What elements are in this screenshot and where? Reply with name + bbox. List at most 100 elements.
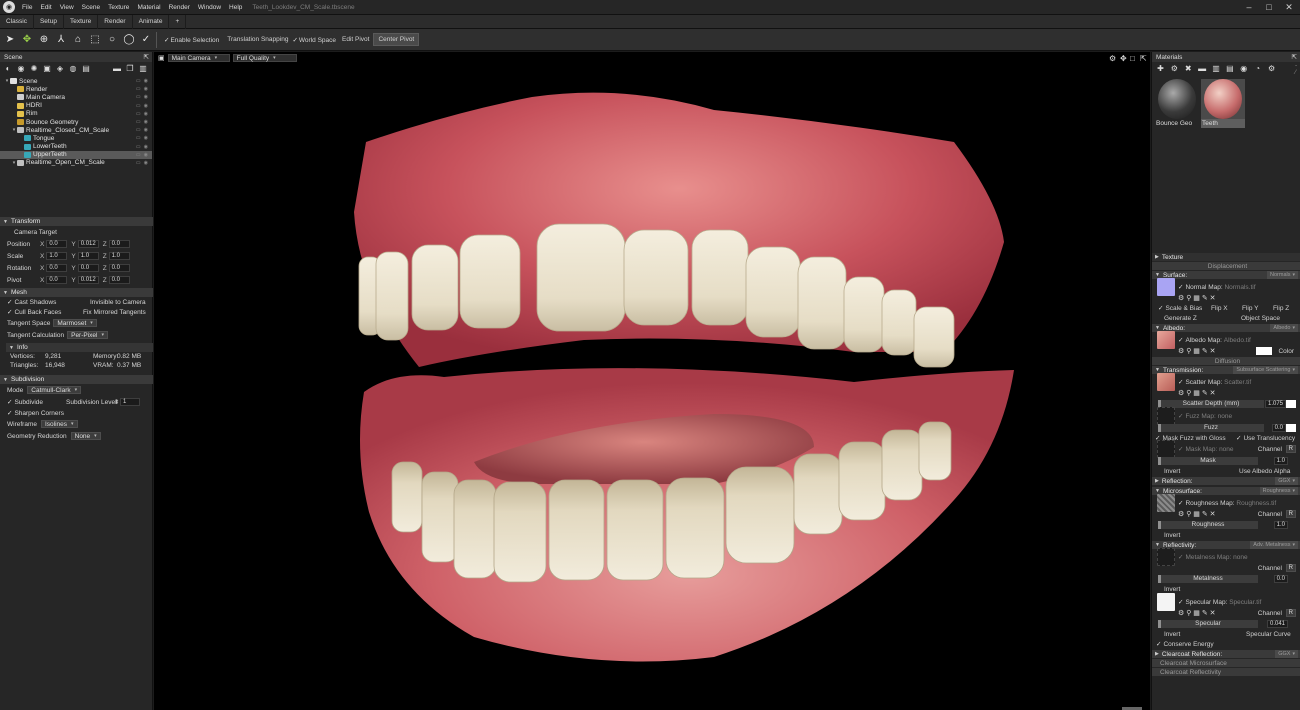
material-teeth[interactable]: Teeth — [1201, 79, 1245, 128]
diffusion-section[interactable]: Diffusion — [1152, 357, 1300, 365]
center-pivot-button[interactable]: Center Pivot — [373, 33, 420, 46]
flip-z-toggle[interactable]: Flip Z — [1273, 305, 1289, 312]
displacement-section[interactable]: Displacement — [1152, 262, 1300, 270]
use-translucency-check[interactable]: ✓ — [1236, 435, 1241, 442]
visibility-eye-icon[interactable]: ◉ — [144, 78, 148, 84]
lock-icon[interactable]: ▭ — [136, 119, 141, 125]
fuzz-color-swatch[interactable] — [1286, 423, 1296, 432]
scene-tree-item[interactable]: Rim ▭ ◉ — [0, 110, 152, 118]
metalness-input[interactable]: 0.0 — [1273, 574, 1288, 583]
roughness-invert-toggle[interactable]: Invert — [1164, 532, 1180, 539]
lock-icon[interactable]: ▭ — [136, 111, 141, 117]
undock-icon[interactable]: ⇱ — [144, 53, 149, 61]
box-select-icon[interactable]: ⬚ — [88, 33, 102, 47]
menu-view[interactable]: View — [56, 4, 78, 11]
visibility-eye-icon[interactable]: ◉ — [144, 127, 148, 133]
subdivide-check[interactable]: ✓ — [7, 398, 12, 406]
material-bounce-geo[interactable]: Bounce Geo — [1155, 79, 1198, 128]
menu-texture[interactable]: Texture — [104, 4, 133, 11]
tab-add[interactable]: + — [169, 14, 187, 29]
tab-render[interactable]: Render — [98, 14, 133, 29]
transform-x-input[interactable]: 0.0 — [46, 276, 68, 284]
visibility-eye-icon[interactable]: ◉ — [144, 135, 148, 141]
materials-view-toggle[interactable]: - ⁄ — [1295, 62, 1300, 76]
scene-tree-item[interactable]: UpperTeeth ▭ ◉ — [0, 150, 152, 159]
reflectivity-mode-select[interactable]: Adv. Metalness — [1250, 541, 1298, 549]
material-icon[interactable]: ▤ — [82, 64, 90, 73]
roughness-input[interactable]: 1.0 — [1273, 520, 1288, 529]
menu-window[interactable]: Window — [194, 4, 225, 11]
move-tool-icon[interactable]: ✥ — [20, 33, 34, 47]
geometry-reduction-select[interactable]: None — [70, 432, 101, 440]
surface-mode-select[interactable]: Normals — [1267, 271, 1298, 279]
visibility-eye-icon[interactable]: ◉ — [144, 152, 148, 158]
shadow-catcher-icon[interactable]: ◍ — [69, 64, 77, 73]
delete-icon[interactable]: ▥ — [139, 64, 147, 73]
visibility-eye-icon[interactable]: ◉ — [144, 144, 148, 150]
scene-tree-item[interactable]: LowerTeeth ▭ ◉ — [0, 143, 152, 151]
transform-y-input[interactable]: 0.012 — [77, 276, 99, 284]
minimize-icon[interactable]: – — [1243, 2, 1255, 13]
add-icon[interactable]: ◐ — [4, 64, 12, 73]
reflection-section-header[interactable]: ▶ Reflection: GGX — [1152, 477, 1300, 485]
lock-icon[interactable]: ▭ — [136, 127, 141, 133]
albedo-color-swatch[interactable] — [1256, 347, 1272, 355]
specular-curve-toggle[interactable]: Specular Curve — [1246, 631, 1291, 638]
fuzz-input[interactable]: 0.0 — [1271, 423, 1286, 432]
world-space-toggle[interactable]: ✓World Space — [292, 36, 336, 44]
scene-tree-item[interactable]: Render ▭ ◉ — [0, 85, 152, 93]
transform-x-input[interactable]: 1.0 — [46, 252, 68, 260]
clearcoat-reflection-mode-select[interactable]: GGX — [1275, 650, 1298, 658]
object-space-toggle[interactable]: Object Space — [1241, 315, 1280, 322]
refresh-icon[interactable]: ◔ — [1253, 64, 1262, 73]
scale-tool-icon[interactable]: ⅄ — [54, 33, 68, 47]
lasso-select-icon[interactable]: ◯ — [122, 33, 136, 47]
tangent-space-select[interactable]: Marmoset — [53, 319, 97, 327]
flip-y-toggle[interactable]: Flip Y — [1242, 305, 1259, 312]
lock-icon[interactable]: ▭ — [136, 86, 141, 92]
menu-material[interactable]: Material — [133, 4, 164, 11]
open-material-icon[interactable]: ▬ — [1198, 64, 1207, 73]
transform-section-header[interactable]: ▼ Transform — [0, 217, 153, 226]
texture-section-header[interactable]: ▶ Texture — [1152, 253, 1300, 261]
scene-tree-item[interactable]: HDRI ▭ ◉ — [0, 102, 152, 110]
duplicate-material-icon[interactable]: ⚙ — [1170, 64, 1179, 73]
circle-select-icon[interactable]: ○ — [105, 33, 119, 47]
sharpen-corners-check[interactable]: ✓ — [7, 409, 12, 417]
pivot-tool-icon[interactable]: ⌂ — [71, 33, 85, 47]
mesh-section-header[interactable]: ▼ Mesh — [0, 288, 153, 297]
normal-map-tools[interactable]: ⚙ ⚲ ▦ ✎ ✕ — [1178, 294, 1216, 302]
subdivision-level-input[interactable]: 1 — [120, 398, 140, 406]
transform-y-input[interactable]: 0.012 — [77, 240, 99, 248]
camera-select[interactable]: Main Camera — [167, 54, 230, 62]
reflection-mode-select[interactable]: GGX — [1275, 477, 1298, 485]
render-icon[interactable]: ▣ — [43, 64, 51, 73]
albedo-mode-select[interactable]: Albedo — [1270, 324, 1298, 332]
close-icon[interactable]: ✕ — [1283, 2, 1295, 13]
menu-scene[interactable]: Scene — [78, 4, 104, 11]
subdivision-mode-select[interactable]: Catmull-Clark — [27, 386, 82, 394]
scene-tree-item[interactable]: Tongue ▭ ◉ — [0, 134, 152, 142]
wireframe-select[interactable]: Isolines — [40, 420, 78, 428]
specular-channel-select[interactable]: R — [1285, 609, 1296, 617]
tab-setup[interactable]: Setup — [34, 14, 64, 29]
materials-undock-icon[interactable]: ⇱ — [1292, 53, 1297, 61]
transform-y-input[interactable]: 1.0 — [77, 252, 99, 260]
mask-input[interactable]: 1.0 — [1273, 456, 1288, 465]
save-material-icon[interactable]: ▥ — [1212, 64, 1221, 73]
lock-icon[interactable]: ▭ — [136, 160, 141, 166]
fix-mirrored-tangents-toggle[interactable]: Fix Mirrored Tangents — [83, 309, 146, 316]
camera-target-toggle[interactable]: Camera Target — [0, 226, 153, 238]
scatter-color-swatch[interactable] — [1286, 399, 1296, 408]
lock-icon[interactable]: ▭ — [136, 144, 141, 150]
settings-icon[interactable]: ⚙ — [1267, 64, 1276, 73]
visibility-eye-icon[interactable]: ◉ — [144, 103, 148, 109]
tab-animate[interactable]: Animate — [133, 14, 170, 29]
invisible-to-camera-toggle[interactable]: Invisible to Camera — [90, 299, 146, 306]
metalness-channel-select[interactable]: R — [1285, 564, 1296, 572]
transform-x-input[interactable]: 0.0 — [46, 264, 68, 272]
cull-back-faces-check[interactable]: ✓ — [7, 308, 12, 316]
duplicate-icon[interactable]: ❐ — [126, 64, 134, 73]
scene-tree-item[interactable]: ▾ Realtime_Open_CM_Scale ▭ ◉ — [0, 159, 152, 167]
scene-tree-item[interactable]: ▾ Scene ▭ ◉ — [0, 77, 152, 85]
